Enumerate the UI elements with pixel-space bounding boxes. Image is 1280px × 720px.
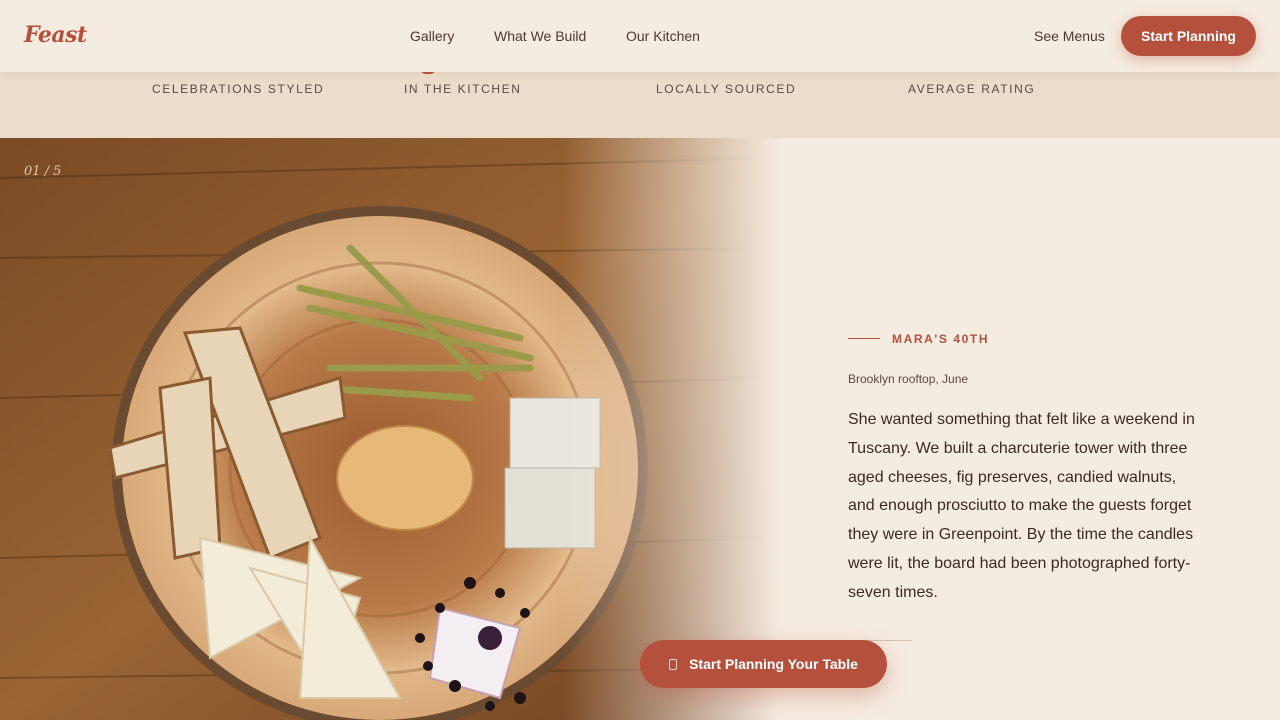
stats-band: CELEBRATIONS STYLED IN THE KITCHEN LOCAL… bbox=[0, 71, 1280, 138]
start-planning-button[interactable]: Start Planning bbox=[1121, 16, 1256, 56]
charcuterie-board-photo bbox=[0, 138, 780, 720]
start-planning-table-label: Start Planning Your Table bbox=[689, 656, 858, 672]
story-eyebrow: MARA'S 40TH bbox=[892, 332, 990, 346]
slide-counter: 01 / 5 bbox=[24, 164, 62, 179]
see-menus-link[interactable]: See Menus bbox=[1034, 28, 1105, 44]
calendar-icon bbox=[669, 658, 678, 670]
eyebrow-rule bbox=[848, 338, 880, 339]
story-location: Brooklyn rooftop, June bbox=[848, 372, 969, 386]
nav-link-what-we-build[interactable]: What We Build bbox=[494, 28, 586, 44]
main-nav: Gallery What We Build Our Kitchen See Me… bbox=[0, 0, 1280, 72]
start-planning-table-button[interactable]: Start Planning Your Table bbox=[640, 640, 887, 688]
stat-label-rating: AVERAGE RATING bbox=[908, 82, 1036, 96]
nav-link-our-kitchen[interactable]: Our Kitchen bbox=[626, 28, 700, 44]
nav-link-gallery[interactable]: Gallery bbox=[410, 28, 454, 44]
stat-label-celebrations: CELEBRATIONS STYLED bbox=[152, 82, 325, 96]
story-body: She wanted something that felt like a we… bbox=[848, 411, 1195, 601]
stat-label-sourced: LOCALLY SOURCED bbox=[656, 82, 797, 96]
site-header: Feast Gallery What We Build Our Kitchen … bbox=[0, 0, 1280, 72]
gallery-photo: 01 / 5 bbox=[0, 138, 780, 720]
stat-label-kitchen: IN THE KITCHEN bbox=[404, 82, 522, 96]
